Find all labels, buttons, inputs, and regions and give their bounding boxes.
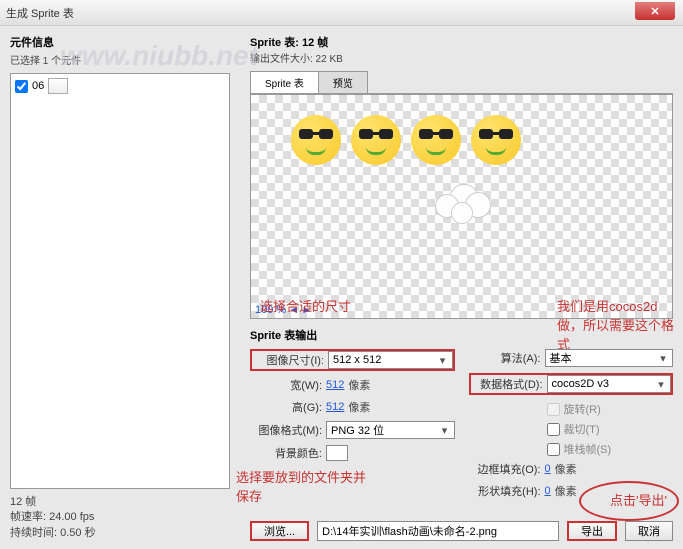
image-dim-label: 图像尺寸(I):	[252, 352, 324, 368]
sprite-emoji	[411, 115, 461, 165]
algorithm-dropdown[interactable]: 基本 ▾	[545, 349, 674, 367]
chevron-down-icon: ▾	[654, 378, 668, 391]
stat-duration: 持续时间: 0.50 秒	[10, 526, 230, 541]
algorithm-label: 算法(A):	[469, 350, 541, 366]
left-panel: 元件信息 已选择 1 个元件 06 12 帧 帧速率: 24.00 fps 持续…	[0, 26, 240, 549]
component-list[interactable]: 06	[10, 73, 230, 489]
browse-button[interactable]: 浏览...	[250, 521, 309, 541]
border-padding-row: 边框填充(O): 0 像素	[469, 461, 674, 477]
sprite-emoji	[291, 115, 341, 165]
height-label: 高(G):	[250, 399, 322, 415]
shape-padding-value[interactable]: 0	[545, 485, 551, 497]
stat-frames: 12 帧	[10, 495, 230, 510]
close-icon: ✕	[650, 5, 659, 18]
data-format-dropdown[interactable]: cocos2D v3 ▾	[547, 375, 672, 393]
window-title: 生成 Sprite 表	[6, 5, 74, 21]
zoom-level[interactable]: 100 % ◄ ►	[255, 304, 312, 316]
width-row: 宽(W): 512 像素	[250, 377, 455, 393]
form-col-right: 算法(A): 基本 ▾ 数据格式(D): cocos2D v3 ▾	[469, 349, 674, 505]
shape-padding-row: 形状填充(H): 0 像素	[469, 483, 674, 499]
width-unit: 像素	[348, 377, 370, 393]
stat-fps: 帧速率: 24.00 fps	[10, 510, 230, 525]
tabs: Sprite 表 预览	[250, 71, 673, 94]
image-format-label: 图像格式(M):	[250, 422, 322, 438]
sprite-sheet-heading: Sprite 表: 12 帧	[250, 34, 673, 50]
rotate-checkbox[interactable]	[547, 403, 560, 416]
image-dimensions-row: 图像尺寸(I): 512 x 512 ▾	[250, 349, 455, 371]
item-thumbnail	[48, 78, 68, 94]
selected-count: 已选择 1 个元件	[10, 52, 230, 67]
bg-color-label: 背景颜色:	[250, 445, 322, 461]
close-button[interactable]: ✕	[635, 2, 675, 20]
sprite-row	[291, 115, 521, 165]
sprite-emoji	[351, 115, 401, 165]
titlebar: 生成 Sprite 表 ✕	[0, 0, 683, 26]
output-filesize: 输出文件大小: 22 KB	[250, 50, 673, 65]
trim-checkbox[interactable]	[547, 423, 560, 436]
form-col-left: 图像尺寸(I): 512 x 512 ▾ 宽(W): 512 像素 高(G): …	[250, 349, 455, 505]
list-item[interactable]: 06	[15, 78, 225, 94]
bottom-bar: 浏览... 导出 取消	[250, 515, 673, 541]
height-value[interactable]: 512	[326, 401, 344, 413]
image-format-dropdown[interactable]: PNG 32 位 ▾	[326, 421, 455, 439]
component-info-heading: 元件信息	[10, 34, 230, 50]
algorithm-row: 算法(A): 基本 ▾	[469, 349, 674, 367]
output-section-title: Sprite 表输出	[250, 327, 673, 343]
border-padding-label: 边框填充(O):	[469, 461, 541, 477]
height-row: 高(G): 512 像素	[250, 399, 455, 415]
bg-color-row: 背景颜色:	[250, 445, 455, 461]
width-label: 宽(W):	[250, 377, 322, 393]
cancel-button[interactable]: 取消	[625, 521, 673, 541]
chevron-down-icon: ▾	[438, 424, 452, 437]
item-checkbox[interactable]	[15, 80, 28, 93]
height-unit: 像素	[348, 399, 370, 415]
bg-color-swatch[interactable]	[326, 445, 348, 461]
output-section: Sprite 表输出 图像尺寸(I): 512 x 512 ▾ 宽(W): 51…	[250, 327, 673, 541]
data-format-label: 数据格式(D):	[471, 376, 543, 392]
image-format-row: 图像格式(M): PNG 32 位 ▾	[250, 421, 455, 439]
rotate-row: 旋转(R)	[547, 401, 674, 417]
trim-row: 裁切(T)	[547, 421, 674, 437]
stack-checkbox[interactable]	[547, 443, 560, 456]
stack-row: 堆栈帧(S)	[547, 441, 674, 457]
preview-canvas[interactable]: 100 % ◄ ►	[250, 94, 673, 319]
tab-sprite-sheet[interactable]: Sprite 表	[250, 71, 319, 93]
chevron-down-icon: ▾	[656, 352, 670, 365]
sprite-cloud	[431, 180, 497, 226]
chevron-down-icon: ▾	[436, 354, 450, 367]
border-padding-value[interactable]: 0	[545, 463, 551, 475]
main-area: 元件信息 已选择 1 个元件 06 12 帧 帧速率: 24.00 fps 持续…	[0, 26, 683, 549]
item-name: 06	[32, 80, 44, 92]
shape-padding-label: 形状填充(H):	[469, 483, 541, 499]
tab-preview[interactable]: 预览	[318, 71, 368, 93]
output-path-input[interactable]	[317, 521, 559, 541]
sprite-emoji	[471, 115, 521, 165]
stats: 12 帧 帧速率: 24.00 fps 持续时间: 0.50 秒	[10, 495, 230, 541]
data-format-row: 数据格式(D): cocos2D v3 ▾	[469, 373, 674, 395]
width-value[interactable]: 512	[326, 379, 344, 391]
export-button[interactable]: 导出	[567, 521, 617, 541]
right-panel: Sprite 表: 12 帧 输出文件大小: 22 KB Sprite 表 预览…	[240, 26, 683, 549]
image-dim-dropdown[interactable]: 512 x 512 ▾	[328, 351, 453, 369]
